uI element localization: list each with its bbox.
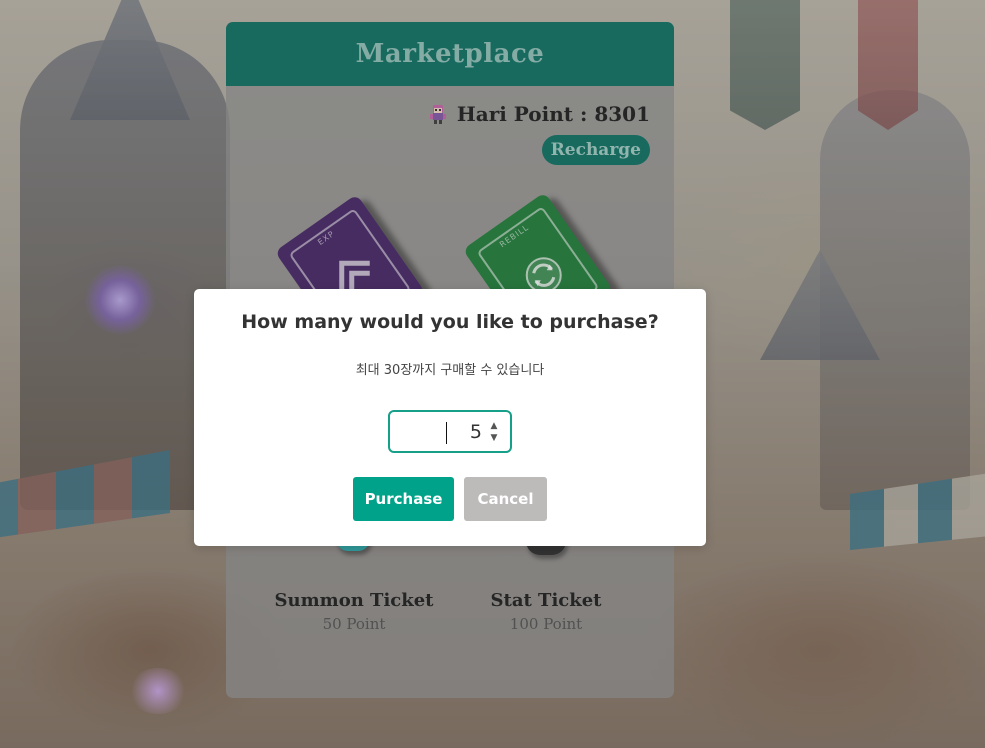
dialog-title: How many would you like to purchase? xyxy=(241,311,659,333)
purchase-button[interactable]: Purchase xyxy=(353,477,454,521)
spin-buttons[interactable]: ▲ ▼ xyxy=(488,421,500,443)
increment-arrow-icon[interactable]: ▲ xyxy=(491,421,498,431)
text-caret xyxy=(446,422,447,444)
quantity-input[interactable] xyxy=(398,412,482,451)
decrement-arrow-icon[interactable]: ▼ xyxy=(491,433,498,443)
dialog-subtitle: 최대 30장까지 구매할 수 있습니다 xyxy=(355,363,545,378)
cancel-button[interactable]: Cancel xyxy=(464,477,547,521)
purchase-quantity-dialog: How many would you like to purchase? 최대 … xyxy=(194,289,706,546)
quantity-stepper[interactable]: ▲ ▼ xyxy=(388,410,512,453)
